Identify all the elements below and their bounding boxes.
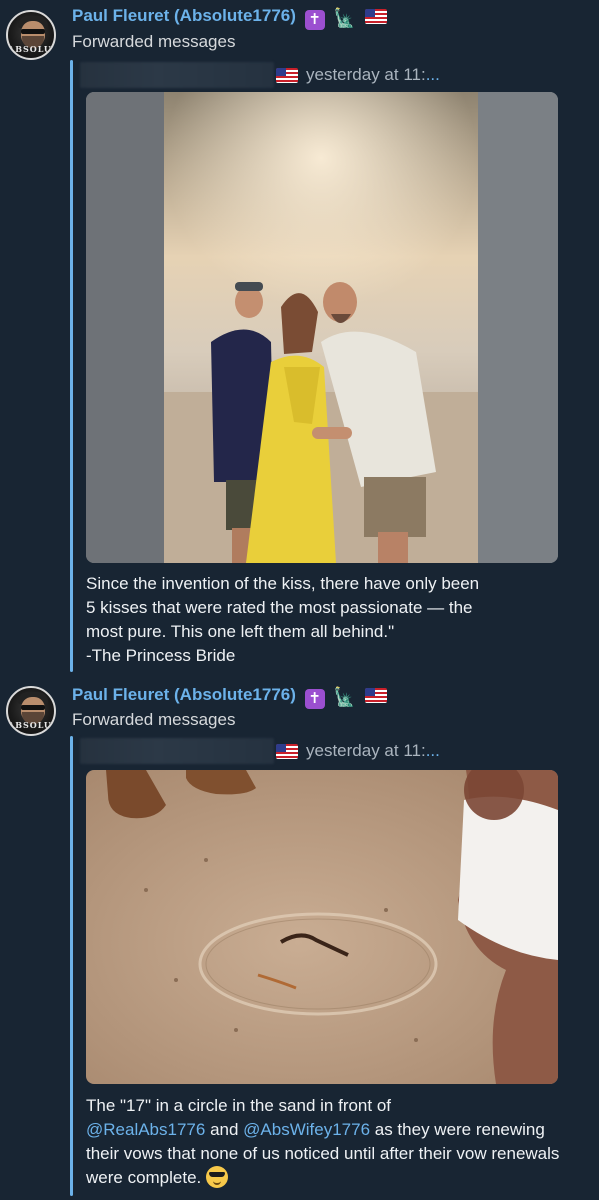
source-timestamp: yesterday at 11:... [306, 65, 440, 85]
forwarded-label: Forwarded messages [72, 32, 236, 51]
forward-quote-bar [70, 736, 73, 1196]
us-flag-icon [364, 688, 387, 703]
author-name[interactable]: Paul Fleuret (Absolute1776) ✝ 🗽 [72, 6, 387, 30]
blurred-source-name [80, 738, 274, 764]
caption-text: and [205, 1120, 244, 1139]
author-name-text: Paul Fleuret (Absolute1776) [72, 685, 296, 704]
glasses-shape [21, 705, 45, 710]
forward-source-row[interactable]: yesterday at 11:... [80, 62, 440, 88]
message-post: ABSOLUTE Paul Fleuret (Absolute1776) ✝ 🗽… [0, 0, 599, 680]
caption-line: most pure. This one left them all behind… [86, 622, 395, 641]
timestamp-ellipsis: ... [425, 741, 440, 760]
sand-circle-photo[interactable] [86, 770, 558, 1084]
source-timestamp-text: yesterday at 11: [306, 65, 426, 84]
statue-of-liberty-icon: 🗽 [333, 687, 356, 707]
us-flag-icon [364, 9, 387, 24]
us-flag-icon [276, 67, 298, 83]
caption-line: Since the invention of the kiss, there h… [86, 574, 480, 593]
message-caption: The "17" in a circle in the sand in fron… [86, 1094, 566, 1190]
photo-illustration [86, 92, 558, 563]
latin-cross-icon: ✝ [304, 689, 325, 709]
mention-link[interactable]: @RealAbs1776 [86, 1120, 205, 1139]
blurred-source-name [80, 62, 274, 88]
avatar[interactable]: ABSOLUTE [6, 10, 56, 60]
avatar[interactable]: ABSOLUTE [6, 686, 56, 736]
caption-line: -The Princess Bride [86, 646, 236, 665]
avatar-logo-text: ABSOLUTE [8, 44, 54, 54]
forward-source-row[interactable]: yesterday at 11:... [80, 738, 440, 764]
smiling-face-with-sunglasses-icon [206, 1166, 228, 1188]
avatar-logo-text: ABSOLUTE [8, 720, 54, 730]
caption-text: The "17" in a circle in the sand in fron… [86, 1096, 392, 1115]
forward-quote-bar [70, 60, 73, 672]
author-name-text: Paul Fleuret (Absolute1776) [72, 6, 296, 25]
author-name[interactable]: Paul Fleuret (Absolute1776) ✝ 🗽 [72, 685, 387, 709]
message-caption: Since the invention of the kiss, there h… [86, 572, 566, 668]
photo-illustration [86, 770, 558, 1084]
caption-line: 5 kisses that were rated the most passio… [86, 598, 473, 617]
source-timestamp: yesterday at 11:... [306, 741, 440, 761]
forwarded-label: Forwarded messages [72, 710, 236, 729]
message-post: ABSOLUTE Paul Fleuret (Absolute1776) ✝ 🗽… [0, 680, 599, 1200]
statue-of-liberty-icon: 🗽 [333, 8, 356, 28]
us-flag-icon [276, 743, 298, 759]
timestamp-ellipsis: ... [425, 65, 440, 84]
source-timestamp-text: yesterday at 11: [306, 741, 426, 760]
latin-cross-icon: ✝ [304, 10, 325, 30]
glasses-shape [21, 29, 45, 34]
beach-kiss-photo[interactable] [86, 92, 558, 563]
mention-link[interactable]: @AbsWifey1776 [243, 1120, 370, 1139]
